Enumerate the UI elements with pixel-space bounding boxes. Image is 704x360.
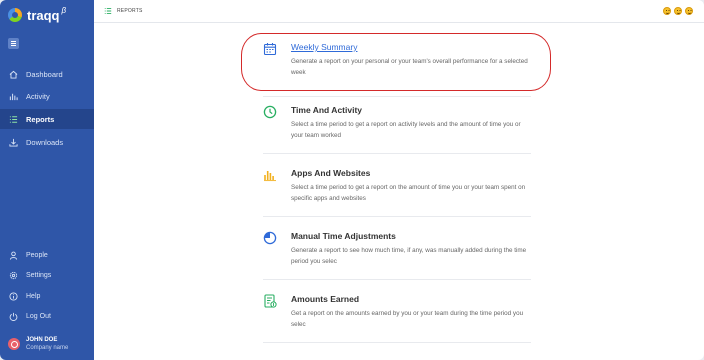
sidebar-item-reports[interactable]: Reports	[0, 109, 94, 129]
report-description: Select a time period to get a report on …	[291, 121, 521, 139]
sidebar-item-label: People	[26, 251, 48, 259]
home-icon	[9, 70, 18, 79]
report-title[interactable]: Manual Time Adjustments	[291, 231, 396, 241]
smiley-icon[interactable]	[663, 7, 671, 15]
info-icon	[9, 291, 18, 301]
report-item-apps-and-websites[interactable]: Apps And Websites Select a time period t…	[263, 168, 531, 217]
brand-name: traqq	[27, 7, 60, 23]
bar-chart-icon	[9, 92, 18, 101]
report-description: Generate a report to see how much time, …	[291, 247, 527, 265]
sidebar-item-activity[interactable]: Activity	[0, 86, 94, 106]
user-name: JOHN DOE	[26, 337, 58, 343]
sidebar-item-label: Dashboard	[26, 69, 63, 79]
traqq-logo-icon	[8, 8, 22, 22]
smiley-icon[interactable]	[685, 7, 693, 15]
top-bar: REPORTS	[94, 0, 704, 23]
sidebar-item-label: Log Out	[26, 312, 51, 320]
sidebar: traqq β Dashboard Activity Reports Downl…	[0, 0, 94, 360]
report-description: Get a report on the amounts earned by yo…	[291, 310, 524, 328]
sidebar-item-dashboard[interactable]: Dashboard	[0, 64, 94, 84]
power-icon	[9, 312, 18, 321]
sidebar-item-label: Settings	[26, 271, 52, 279]
sidebar-item-people[interactable]: People	[0, 247, 94, 263]
list-icon	[9, 115, 18, 124]
report-description: Select a time period to get a report on …	[291, 184, 526, 202]
collapse-menu-icon[interactable]	[8, 38, 19, 49]
list-icon	[104, 8, 112, 14]
sidebar-item-settings[interactable]: Settings	[0, 267, 94, 283]
breadcrumb: REPORTS	[104, 7, 142, 15]
avatar	[8, 338, 20, 350]
person-icon	[9, 251, 18, 260]
sidebar-item-label: Downloads	[26, 137, 64, 147]
pie-chart-icon	[263, 231, 277, 245]
report-item-amounts-earned[interactable]: Amounts Earned Get a report on the amoun…	[263, 294, 531, 343]
highlight-annotation	[241, 33, 551, 91]
sidebar-item-label: Help	[26, 292, 41, 300]
invoice-icon	[264, 294, 277, 308]
sidebar-item-label: Activity	[26, 91, 50, 101]
user-company: Company name	[26, 345, 69, 351]
clock-icon	[263, 105, 277, 119]
bar-chart-icon	[264, 171, 276, 182]
gear-icon	[9, 271, 18, 280]
report-title[interactable]: Amounts Earned	[291, 294, 359, 304]
mood-indicators	[660, 7, 693, 15]
sidebar-item-label: Reports	[26, 114, 55, 124]
beta-mark: β	[61, 5, 67, 15]
brand[interactable]: traqq β	[8, 6, 66, 24]
sidebar-item-log-out[interactable]: Log Out	[0, 308, 94, 324]
sidebar-item-downloads[interactable]: Downloads	[0, 132, 94, 152]
report-title[interactable]: Apps And Websites	[291, 168, 370, 178]
report-title[interactable]: Time And Activity	[291, 105, 362, 115]
smiley-icon[interactable]	[674, 7, 682, 15]
user-profile[interactable]: JOHN DOE Company name	[8, 336, 68, 352]
sidebar-item-help[interactable]: Help	[0, 288, 94, 304]
report-item-manual-time-adjustments[interactable]: Manual Time Adjustments Generate a repor…	[263, 231, 531, 280]
breadcrumb-label: REPORTS	[117, 8, 143, 14]
app-window: traqq β Dashboard Activity Reports Downl…	[0, 0, 704, 360]
report-item-time-and-activity[interactable]: Time And Activity Select a time period t…	[263, 105, 531, 154]
download-icon	[9, 138, 18, 147]
